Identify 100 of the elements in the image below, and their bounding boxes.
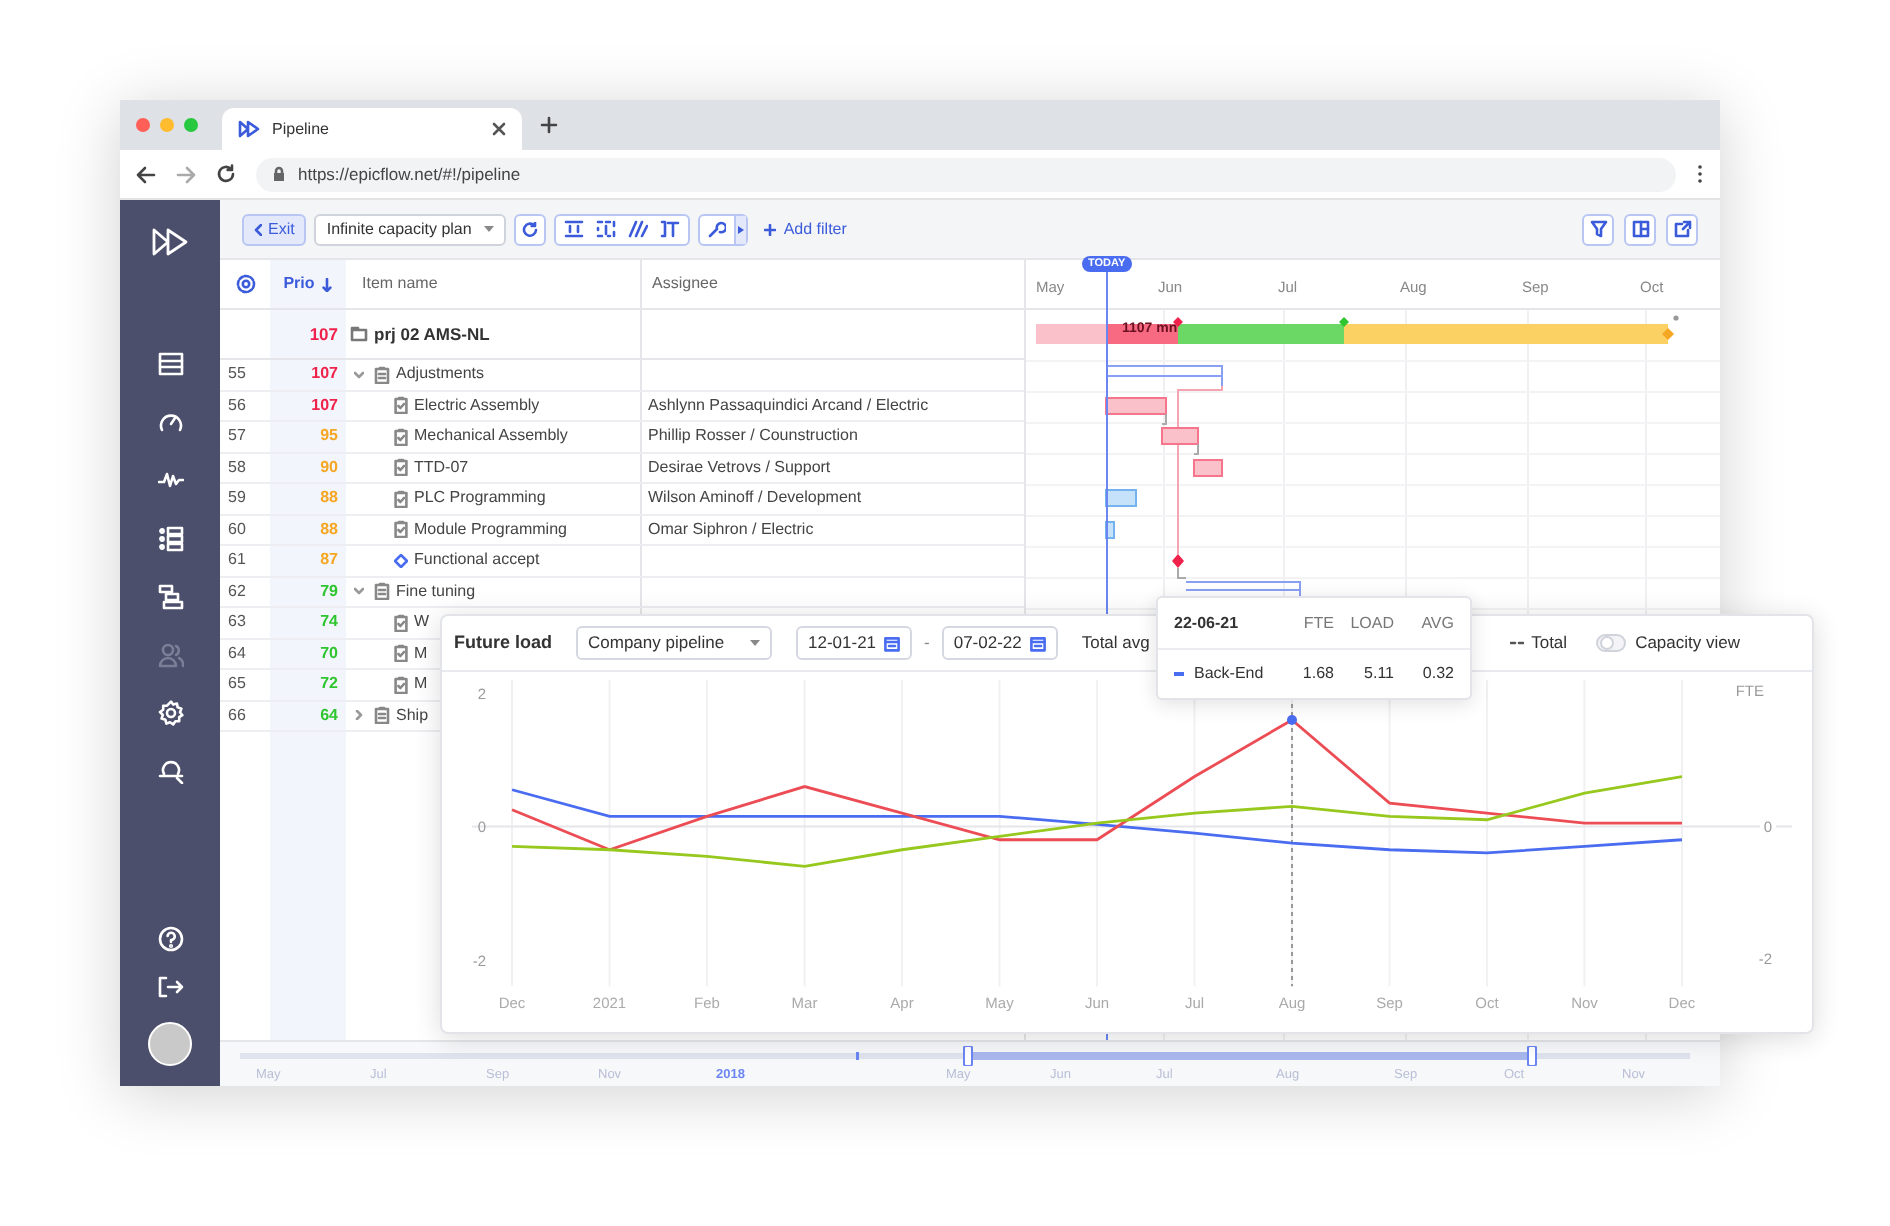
prio-value: 107 [307,321,340,347]
tools-button[interactable] [697,213,748,245]
row-number: 59 [226,486,248,511]
clipboard-stack-icon [374,706,390,725]
calendar-icon [884,635,900,651]
dashed-line-icon [1509,640,1524,646]
item-name: Fine tuning [396,579,476,604]
item-name: TTD-07 [414,455,469,480]
column-header[interactable]: Assignee [652,274,718,292]
export-button[interactable] [1666,213,1698,245]
view-button-group[interactable] [553,213,690,245]
row-number: 60 [226,517,248,542]
back-icon[interactable] [136,165,156,183]
prio-value: 79 [318,579,340,604]
legend-label: Total [1531,630,1568,656]
avatar[interactable] [148,1022,192,1066]
item-name: M [414,641,428,666]
logout-icon[interactable] [157,976,183,998]
item-name: Adjustments [396,362,485,387]
tooltip-column-header: AVG [1419,611,1454,635]
project-name: prj 02 AMS-NL [374,321,490,347]
filter-button[interactable] [1582,213,1614,245]
prio-value: 107 [309,362,340,387]
row-number: 57 [226,424,248,449]
filter-icon [1589,220,1607,238]
close-icon[interactable] [492,122,506,136]
tooltip-date: 22-06-21 [1174,611,1241,635]
row-number: 62 [226,579,248,604]
item-name: PLC Programming [414,486,546,511]
columns-button[interactable] [1624,213,1656,245]
browser-tab[interactable]: Pipeline [222,108,522,150]
row-number: 64 [226,641,248,666]
reload-icon[interactable] [216,164,236,184]
more-icon[interactable] [1696,164,1704,184]
item-name: W [414,610,430,635]
clipboard-icon [394,613,408,632]
clipboard-icon [394,489,408,508]
row-number: 55 [226,362,248,387]
prio-value: 107 [309,393,340,418]
date-field[interactable]: 07-02-22 [941,626,1058,660]
panel-title: Future load [454,629,552,656]
caret-icon [483,226,494,232]
align-bottom-icon[interactable] [563,220,584,238]
item-name: Functional accept [414,548,540,573]
assignee-name: Phillip Rosser / Counstruction [648,426,858,445]
end-marker[interactable] [1673,315,1679,321]
chevron-right-icon[interactable] [354,710,364,721]
logo-icon[interactable] [152,228,188,256]
date-field[interactable]: 12-01-21 [796,626,912,660]
column-header[interactable]: Item name [362,272,438,296]
clipboard-icon [394,458,408,477]
plan-dropdown[interactable]: Infinite capacity plan [314,213,506,245]
prio-value: 88 [318,517,340,542]
date-separator: - [924,630,930,656]
checklist-icon[interactable] [157,526,183,552]
gauge-icon[interactable] [157,410,183,436]
url-text: https://epicflow.net/#!/pipeline [298,161,521,187]
item-name: Electric Assembly [414,393,540,418]
diagonal-lines-icon[interactable] [627,220,648,238]
item-name: Mechanical Assembly [414,424,568,449]
pipeline-dropdown[interactable]: Company pipeline [576,626,772,660]
clipboard-stack-icon [374,582,390,601]
row-number: 61 [226,548,248,573]
milestone-marker[interactable] [1173,317,1183,327]
caret-icon [750,640,760,646]
dependency-line[interactable] [1193,443,1199,455]
milestone-marker[interactable] [1339,317,1349,327]
help-icon[interactable] [157,926,183,952]
assignee-name: Omar Siphron / Electric [648,519,814,538]
hierarchy-icon[interactable] [157,584,183,610]
columns-icon [1631,220,1649,238]
sort-down-icon[interactable] [322,277,333,291]
dependency-line[interactable] [1177,385,1223,555]
text-width-icon[interactable] [659,220,680,238]
assignee-name: Wilson Aminoff / Development [648,488,862,507]
refresh-icon [521,221,538,237]
selection-icon[interactable] [595,220,616,238]
chevron-down-icon[interactable] [354,586,364,597]
milestone-marker[interactable] [1662,328,1674,340]
item-name: Ship [396,703,429,728]
address-bar[interactable]: https://epicflow.net/#!/pipeline [256,157,1676,191]
column-header[interactable]: Prio [283,272,315,296]
refresh-button[interactable] [513,213,546,245]
dependency-line[interactable] [1161,413,1167,425]
item-name: M [414,672,428,697]
clipboard-stack-icon [374,365,390,384]
chevron-down-icon[interactable] [354,369,364,380]
list-icon[interactable] [157,352,183,378]
capacity-view-toggle[interactable] [1595,634,1626,652]
total-avg-label: Total avg [1081,630,1150,656]
milestone-marker[interactable] [1172,554,1184,568]
summary-bar[interactable] [1185,581,1301,601]
add-filter-link[interactable]: Add filter [755,213,855,245]
settings-icon[interactable] [235,274,255,294]
caret-icon [737,225,744,233]
chevron-left-icon [254,223,262,235]
new-tab-icon[interactable] [540,116,558,134]
row-number: 66 [226,703,248,728]
exit-button[interactable]: Exit [242,213,307,245]
inspect-icon[interactable] [157,758,183,784]
